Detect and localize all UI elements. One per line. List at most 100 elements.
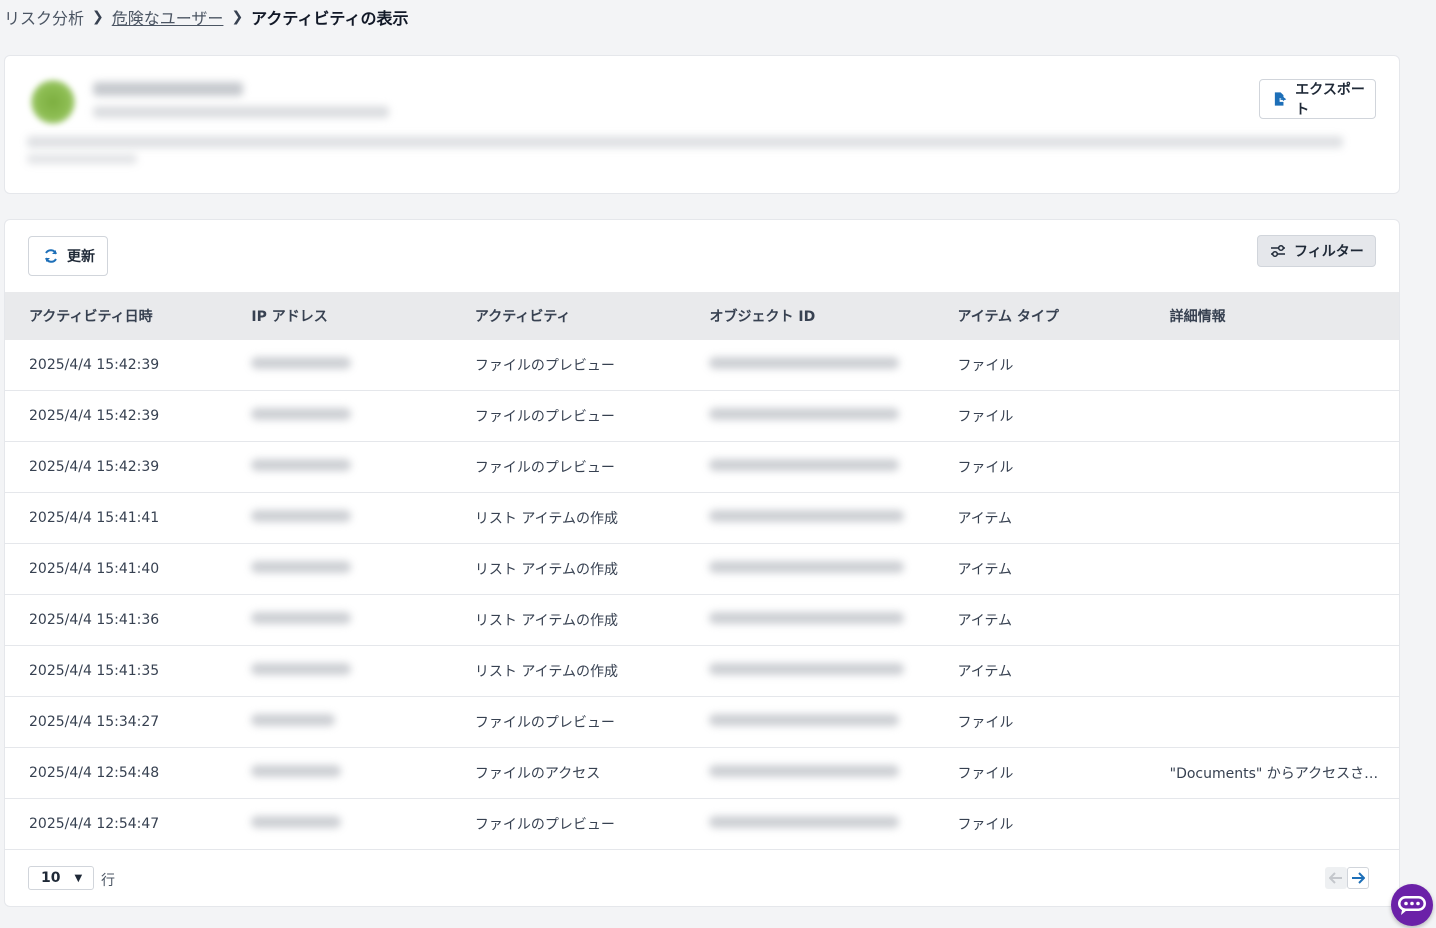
- export-button[interactable]: エクスポート: [1259, 79, 1376, 119]
- activity-table: アクティビティ日時 IP アドレス アクティビティ オブジェクト ID アイテム…: [5, 292, 1399, 850]
- table-row[interactable]: 2025/4/4 12:54:47 ファイルのプレビュー ファイル: [5, 798, 1399, 850]
- redacted-ip: [251, 510, 352, 522]
- cell-ip-address-redacted: [227, 492, 451, 544]
- cell-details: [1145, 340, 1399, 391]
- column-header-datetime[interactable]: アクティビティ日時: [5, 292, 228, 340]
- caret-down-icon: ▼: [74, 872, 83, 884]
- redacted-object-id: [709, 510, 905, 522]
- cell-item-type: アイテム: [933, 492, 1146, 544]
- column-header-details[interactable]: 詳細情報: [1145, 292, 1399, 340]
- table-row[interactable]: 2025/4/4 15:34:27 ファイルのプレビュー ファイル: [5, 696, 1399, 748]
- cell-item-type: アイテム: [933, 543, 1146, 595]
- redacted-ip: [251, 714, 336, 726]
- cell-activity: ファイルのプレビュー: [450, 340, 686, 391]
- redacted-ip: [251, 816, 342, 828]
- redacted-object-id: [709, 714, 900, 726]
- cell-ip-address-redacted: [227, 798, 451, 850]
- table-row[interactable]: 2025/4/4 12:54:48 ファイルのアクセス ファイル "Documents…: [5, 747, 1399, 799]
- cell-item-type: ファイル: [933, 340, 1146, 391]
- table-header-row: アクティビティ日時 IP アドレス アクティビティ オブジェクト ID アイテム…: [5, 292, 1399, 340]
- column-header-object-id[interactable]: オブジェクト ID: [685, 292, 934, 340]
- redacted-object-id: [709, 459, 900, 471]
- refresh-label: 更新: [67, 249, 95, 265]
- cell-datetime: 2025/4/4 15:41:35: [5, 645, 228, 697]
- column-header-ip-address[interactable]: IP アドレス: [227, 292, 451, 340]
- cell-item-type: アイテム: [933, 645, 1146, 697]
- cell-datetime: 2025/4/4 15:42:39: [5, 390, 228, 442]
- user-description-redacted: [27, 136, 1343, 148]
- cell-ip-address-redacted: [227, 645, 451, 697]
- cell-object-id-redacted: [685, 645, 934, 697]
- cell-details: [1145, 390, 1399, 442]
- redacted-object-id: [709, 612, 905, 624]
- column-header-activity[interactable]: アクティビティ: [450, 292, 686, 340]
- filter-label: フィルター: [1294, 244, 1364, 260]
- page-title: アクティビティの表示: [251, 9, 409, 28]
- arrow-right-icon: [1352, 872, 1365, 884]
- cell-item-type: アイテム: [933, 594, 1146, 646]
- cell-object-id-redacted: [685, 747, 934, 799]
- cell-ip-address-redacted: [227, 696, 451, 748]
- redacted-ip: [251, 765, 342, 777]
- redacted-ip: [251, 459, 352, 471]
- cell-object-id-redacted: [685, 594, 934, 646]
- cell-details: [1145, 492, 1399, 544]
- cell-datetime: 2025/4/4 15:41:41: [5, 492, 228, 544]
- table-row[interactable]: 2025/4/4 15:41:35 リスト アイテムの作成 アイテム: [5, 645, 1399, 697]
- cell-details: [1145, 441, 1399, 493]
- cell-item-type: ファイル: [933, 696, 1146, 748]
- redacted-ip: [251, 408, 352, 420]
- chevron-right-icon: ❯: [92, 9, 104, 25]
- chevron-right-icon: ❯: [231, 9, 244, 25]
- details-text: "Documents" からアクセスされ...: [1169, 766, 1380, 782]
- table-row[interactable]: 2025/4/4 15:41:41 リスト アイテムの作成 アイテム: [5, 492, 1399, 544]
- cell-ip-address-redacted: [227, 747, 451, 799]
- redacted-object-id: [709, 663, 905, 675]
- breadcrumb-risky-users[interactable]: 危険なユーザー: [112, 5, 224, 29]
- cell-datetime: 2025/4/4 15:42:39: [5, 441, 228, 493]
- cell-item-type: ファイル: [933, 441, 1146, 493]
- table-footer: 10 ▼ 行: [5, 850, 1399, 906]
- cell-object-id-redacted: [685, 390, 934, 442]
- page-size-select[interactable]: 10 ▼: [28, 866, 94, 890]
- cell-datetime: 2025/4/4 12:54:47: [5, 798, 228, 850]
- cell-ip-address-redacted: [227, 441, 451, 493]
- table-row[interactable]: 2025/4/4 15:42:39 ファイルのプレビュー ファイル: [5, 390, 1399, 442]
- cell-ip-address-redacted: [227, 594, 451, 646]
- cell-object-id-redacted: [685, 441, 934, 493]
- breadcrumb-risk-analysis[interactable]: リスク分析: [4, 5, 84, 29]
- cell-datetime: 2025/4/4 15:42:39: [5, 340, 228, 391]
- cell-object-id-redacted: [685, 340, 934, 391]
- next-page-button[interactable]: [1347, 867, 1369, 889]
- cell-activity: ファイルのアクセス: [450, 747, 686, 799]
- arrow-left-icon: [1329, 872, 1342, 884]
- user-info-card: エクスポート: [4, 55, 1400, 194]
- redacted-object-id: [709, 816, 900, 828]
- rows-label: 行: [101, 873, 115, 889]
- table-row[interactable]: 2025/4/4 15:41:40 リスト アイテムの作成 アイテム: [5, 543, 1399, 595]
- cell-ip-address-redacted: [227, 543, 451, 595]
- page-size-value: 10: [41, 870, 61, 886]
- column-header-item-type[interactable]: アイテム タイプ: [933, 292, 1146, 340]
- table-row[interactable]: 2025/4/4 15:42:39 ファイルのプレビュー ファイル: [5, 441, 1399, 493]
- cell-object-id-redacted: [685, 543, 934, 595]
- cell-datetime: 2025/4/4 15:41:40: [5, 543, 228, 595]
- filter-button[interactable]: フィルター: [1257, 235, 1376, 267]
- previous-page-button[interactable]: [1325, 867, 1347, 889]
- cell-activity: リスト アイテムの作成: [450, 594, 686, 646]
- chat-assistant-button[interactable]: [1391, 884, 1433, 926]
- cell-activity: リスト アイテムの作成: [450, 492, 686, 544]
- cell-details: [1145, 798, 1399, 850]
- user-description-redacted-2: [27, 154, 137, 164]
- cell-activity: リスト アイテムの作成: [450, 645, 686, 697]
- redacted-object-id: [709, 357, 900, 369]
- table-row[interactable]: 2025/4/4 15:41:36 リスト アイテムの作成 アイテム: [5, 594, 1399, 646]
- table-row[interactable]: 2025/4/4 15:42:39 ファイルのプレビュー ファイル: [5, 340, 1399, 391]
- refresh-button[interactable]: 更新: [28, 236, 108, 276]
- user-email-redacted: [93, 106, 389, 118]
- cell-item-type: ファイル: [933, 798, 1146, 850]
- cell-item-type: ファイル: [933, 390, 1146, 442]
- cell-activity: リスト アイテムの作成: [450, 543, 686, 595]
- redacted-object-id: [709, 561, 905, 573]
- cell-activity: ファイルのプレビュー: [450, 390, 686, 442]
